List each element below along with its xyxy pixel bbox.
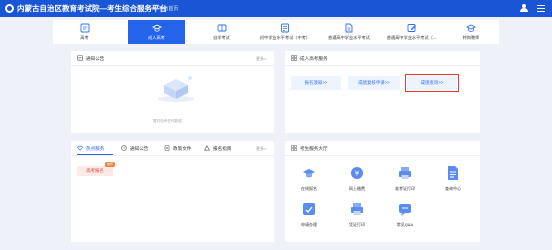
home-label: 平台首页 <box>158 6 179 12</box>
hall-item-certificate-print[interactable]: 凭证打印 <box>337 201 377 228</box>
hall-item-admission-print[interactable]: 准考证打印 <box>385 165 425 192</box>
clock-icon <box>121 145 127 151</box>
receipt-icon <box>349 201 365 217</box>
grid-icon <box>291 55 297 61</box>
file-search-icon <box>445 165 461 181</box>
user-icon[interactable] <box>520 4 528 12</box>
graduation-icon <box>301 165 317 181</box>
payment-icon: ¥ <box>349 165 365 181</box>
platform-title: 内蒙古自治区教育考试院—考生综合服务平台 <box>17 4 167 13</box>
hot-service-chip[interactable]: 高考报名 推荐 <box>77 162 115 176</box>
hall-item-faq[interactable]: 常见Q&A <box>385 201 425 228</box>
nav-item-label: 普通高中学业水平考试 <box>328 35 370 40</box>
hot-services-panel: 热点服务 通知公告 政策文件 报名指南 更多> 高考报名 推荐 <box>71 141 274 242</box>
hall-item-label: 申请办理 <box>301 222 317 227</box>
tab-label: 政策文件 <box>173 146 192 151</box>
divider <box>285 65 480 66</box>
tab-notice[interactable]: 通知公告 <box>121 145 148 152</box>
tab-policy[interactable]: 政策文件 <box>164 145 191 152</box>
nav-item-label: 高考 <box>80 35 89 40</box>
edit-icon <box>407 24 416 32</box>
nav-item-self-study[interactable]: 自学考试 <box>190 20 253 44</box>
notice-title-text: 通知公告 <box>86 56 105 61</box>
tab-label: 报名指南 <box>213 146 232 151</box>
tab-label: 热点服务 <box>86 146 105 151</box>
hall-item-label: 查询中心 <box>445 186 461 191</box>
menu-icon[interactable] <box>537 5 545 12</box>
document-icon <box>345 23 353 33</box>
nav-item-gaokao[interactable]: 高考 <box>53 20 116 44</box>
warning-icon <box>204 145 210 151</box>
nav-item-label: 普通高中学业水平考试（... <box>386 35 437 40</box>
file-icon <box>164 145 170 151</box>
tab-label: 通知公告 <box>130 146 149 151</box>
hall-item-query-center[interactable]: 查询中心 <box>433 165 473 192</box>
hall-item-label: 网上缴费 <box>349 186 365 191</box>
top-bar: 内蒙古自治区教育考试院—考生综合服务平台 ★ 平台首页 <box>0 0 552 17</box>
nav-item-zhongkao[interactable]: 初中学业水平考试（中考） <box>250 20 320 44</box>
divider <box>71 65 274 66</box>
hall-item-online-payment[interactable]: ¥ 网上缴费 <box>337 165 377 192</box>
score-query-button[interactable]: 成绩查询>> <box>405 74 459 92</box>
hall-item-label: 在线报名 <box>301 186 317 191</box>
heart-icon <box>77 145 83 151</box>
divider <box>71 155 274 156</box>
adult-service-title: 成人高考服务 <box>291 55 328 62</box>
nav-item-label: 成人高考 <box>148 35 165 40</box>
hall-item-online-registration[interactable]: 在线报名 <box>289 165 329 192</box>
home-star-icon: ★ <box>151 6 157 12</box>
cap-icon <box>80 23 89 33</box>
apply-icon <box>301 201 317 217</box>
grid-icon <box>291 145 297 151</box>
graduate-icon <box>151 24 162 32</box>
nav-item-teacher[interactable]: 特岗教师 <box>443 20 499 44</box>
adult-exam-service-panel: 成人高考服务 报名须知>> 成绩复核申请>> 成绩查询>> <box>285 51 480 133</box>
logo-icon <box>5 4 14 13</box>
nav-item-xueye[interactable]: 普通高中学业水平考试 <box>318 20 380 44</box>
chip-label: 高考报名 <box>86 168 104 173</box>
hall-item-application[interactable]: 申请办理 <box>289 201 329 228</box>
nav-item-xueye-2[interactable]: 普通高中学业水平考试（... <box>380 20 443 44</box>
empty-box-illustration <box>158 76 194 102</box>
nav-item-label: 自学考试 <box>213 35 230 40</box>
service-hall-panel: 考生服务大厅 在线报名 ¥ 网上缴费 准考证打印 查询中心 申请办理 凭证打印 … <box>285 141 480 242</box>
recommend-badge: 推荐 <box>104 162 115 167</box>
book-icon <box>217 24 226 32</box>
nav-item-adult-exam[interactable]: 成人高考 <box>128 20 185 44</box>
registration-notice-button[interactable]: 报名须知>> <box>291 76 341 90</box>
svg-text:¥: ¥ <box>355 170 360 178</box>
notice-panel: 通知公告 更多> 暂时没有任何数据 <box>71 51 274 133</box>
score-review-button[interactable]: 成绩复核申请>> <box>348 76 400 90</box>
active-tab-underline <box>77 154 113 155</box>
hot-more-link[interactable]: 更多> <box>256 146 266 152</box>
print-icon <box>397 165 413 181</box>
service-hall-title: 考生服务大厅 <box>291 145 328 152</box>
tab-hot-services[interactable]: 热点服务 <box>77 145 104 152</box>
nav-item-label: 特岗教师 <box>462 35 480 40</box>
hall-item-label: 常见Q&A <box>396 222 414 227</box>
nav-item-label: 初中学业水平考试（中考） <box>259 35 311 40</box>
divider <box>285 155 480 156</box>
hall-item-label: 准考证打印 <box>395 186 415 191</box>
exam-icon <box>281 23 289 33</box>
qa-icon <box>397 201 413 217</box>
service-hall-title-text: 考生服务大厅 <box>300 146 328 151</box>
home-link[interactable]: ★ 平台首页 <box>151 5 178 12</box>
exam-category-nav: 高考 成人高考 自学考试 初中学业水平考试（中考） 普通高中学业水平考试 普通高… <box>53 20 499 44</box>
teacher-icon <box>466 24 476 32</box>
notice-more-link[interactable]: 更多> <box>256 56 266 62</box>
notice-title: 通知公告 <box>77 55 104 62</box>
hall-item-label: 凭证打印 <box>349 222 365 227</box>
tab-guide[interactable]: 报名指南 <box>204 145 231 152</box>
empty-text: 暂时没有任何数据 <box>153 119 182 123</box>
adult-service-title-text: 成人高考服务 <box>300 56 328 61</box>
notice-icon <box>77 55 83 61</box>
